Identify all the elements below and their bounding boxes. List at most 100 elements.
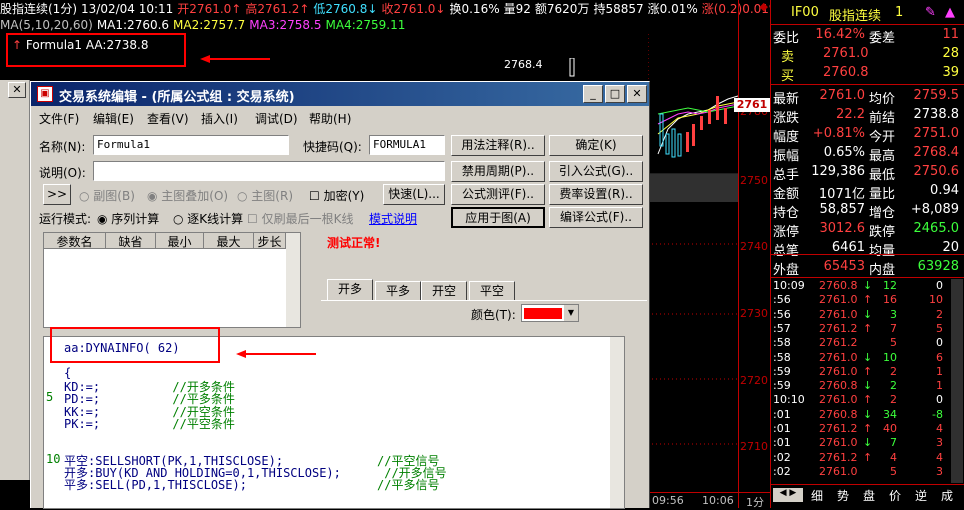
quote-label: 总手 bbox=[773, 168, 800, 183]
wand-icon[interactable]: ✎ bbox=[925, 5, 936, 20]
code-comment: //平空条件 bbox=[172, 416, 235, 431]
close-button[interactable]: ✕ bbox=[627, 85, 647, 103]
line-number: 5 bbox=[46, 390, 54, 405]
tick-row: :01 2760.8 ↓ 34 -8 bbox=[771, 408, 964, 422]
signal-tab[interactable]: 平多 bbox=[375, 281, 421, 301]
panel-tab[interactable]: 价 bbox=[883, 487, 907, 504]
disable-period-button[interactable]: 禁用周期(P).. bbox=[451, 161, 545, 182]
quote-value: 3012.6 bbox=[819, 221, 866, 236]
color-select[interactable]: ▼ bbox=[521, 304, 579, 322]
tick-time: :56 bbox=[773, 307, 791, 321]
panel-tab[interactable]: 逆 bbox=[909, 487, 933, 504]
axis-label: 2730 bbox=[740, 307, 768, 320]
divider bbox=[771, 24, 964, 25]
tick-delta: -8 bbox=[932, 407, 943, 421]
radio-sub-chart[interactable]: ○ 副图(B) bbox=[79, 187, 135, 204]
signal-tab[interactable]: 平空 bbox=[469, 281, 515, 301]
menu-item[interactable]: 文件(F) bbox=[39, 110, 79, 127]
radio-main-chart-label: 主图(R) bbox=[251, 189, 293, 203]
kline-chart[interactable]: 2768.4 bbox=[648, 34, 738, 494]
background-window-edge: ✕ bbox=[0, 80, 30, 480]
minimize-button[interactable]: _ bbox=[583, 85, 603, 103]
refresh-last-label: 仅刷最后一根K线 bbox=[261, 212, 354, 226]
radio-tick-calc[interactable]: ○ 逐K线计算 bbox=[173, 210, 243, 227]
chevron-down-icon[interactable]: ▼ bbox=[564, 305, 578, 321]
tick-row: :01 2761.2 ↑ 40 4 bbox=[771, 422, 964, 436]
menu-item[interactable]: 调试(D) bbox=[255, 110, 298, 127]
signal-tab[interactable]: 开多 bbox=[327, 279, 373, 301]
shortcut-input[interactable]: FORMULA1 bbox=[369, 135, 445, 155]
panel-tab[interactable]: 细 bbox=[805, 487, 829, 504]
panel-tab[interactable]: 成 bbox=[935, 487, 959, 504]
tick-arrow-icon: ↓ bbox=[863, 407, 873, 421]
quote-label: 前结 bbox=[869, 111, 896, 126]
tick-volume: 4 bbox=[890, 450, 897, 464]
test-status: 测试正常! bbox=[327, 236, 381, 250]
panel-header: IF00 股指连续 1 ✎ ▲ bbox=[771, 4, 964, 24]
menu-item[interactable]: 查看(V) bbox=[147, 110, 189, 127]
tick-row: 10:10 2761.0 ↑ 2 0 bbox=[771, 393, 964, 407]
quick-button[interactable]: 快速(L)... bbox=[383, 184, 445, 205]
apply-to-chart-button[interactable]: 应用于图(A) bbox=[451, 207, 545, 228]
ma-field: MA1:2760.6 bbox=[96, 18, 170, 32]
quote-label: 均价 bbox=[869, 92, 896, 107]
maximize-button[interactable]: □ bbox=[605, 85, 625, 103]
tick-volume: 7 bbox=[890, 321, 897, 335]
tick-time: 10:09 bbox=[773, 279, 805, 292]
tick-arrow-icon: ↑ bbox=[863, 364, 873, 378]
usage-note-button[interactable]: 用法注释(R).. bbox=[451, 135, 545, 156]
tick-price: 2760.8 bbox=[819, 407, 858, 421]
signal-tab[interactable]: 开空 bbox=[421, 281, 467, 301]
radio-sub-chart-label: 副图(B) bbox=[93, 189, 135, 203]
quote-label: 最低 bbox=[869, 168, 896, 183]
close-icon[interactable]: ✕ bbox=[8, 82, 26, 98]
panel-tab[interactable]: 盘 bbox=[857, 487, 881, 504]
quote-field: 换0.16% bbox=[449, 2, 500, 16]
param-column-header: 缺省 bbox=[106, 233, 156, 249]
tick-time: :58 bbox=[773, 336, 791, 350]
menu-item[interactable]: 编辑(E) bbox=[93, 110, 134, 127]
quote-row: 最新 2761.0 均价 2759.5 bbox=[771, 87, 964, 107]
quote-label: 均量 bbox=[869, 244, 896, 259]
radio-main-overlay[interactable]: ◉ 主图叠加(O) bbox=[147, 187, 228, 204]
encrypt-checkbox[interactable]: ☐ 加密(Y) bbox=[309, 187, 364, 204]
shortcut-label: 快捷码(Q): bbox=[303, 140, 362, 154]
ok-button[interactable]: 确定(K) bbox=[549, 135, 643, 156]
quote-label: 金额 bbox=[773, 187, 800, 202]
desc-input[interactable] bbox=[93, 161, 445, 181]
fee-settings-button[interactable]: 费率设置(R).. bbox=[549, 184, 643, 205]
panel-tab[interactable]: 势 bbox=[831, 487, 855, 504]
menu-item[interactable]: 插入(I) bbox=[201, 110, 238, 127]
compile-formula-button[interactable]: 编译公式(F).. bbox=[549, 207, 643, 228]
menu-bar: 文件(F) 编辑(E) 查看(V) 插入(I) 调试(D) 帮助(H) bbox=[31, 107, 649, 127]
time-label: 10:06 bbox=[702, 494, 734, 507]
param-table[interactable]: 参数名 缺省 最小 最大 步长 bbox=[43, 232, 301, 328]
ma-field: MA2:2757.7 bbox=[173, 18, 246, 32]
import-formula-button[interactable]: 引入公式(G).. bbox=[549, 161, 643, 182]
quote-field: 额7620万 bbox=[534, 2, 590, 16]
menu-item[interactable]: 帮助(H) bbox=[309, 110, 351, 127]
radio-main-chart[interactable]: ○ 主图(R) bbox=[237, 187, 293, 204]
radio-seq-calc[interactable]: ◉ 序列计算 bbox=[97, 210, 159, 227]
more-button[interactable]: >> bbox=[43, 184, 71, 205]
quote-value: 16.42% bbox=[815, 27, 865, 42]
chart-toggle-icon[interactable]: ▲ bbox=[945, 5, 955, 20]
refresh-last-checkbox[interactable]: ☐ 仅刷最后一根K线 bbox=[247, 210, 353, 227]
tick-scrollbar[interactable] bbox=[951, 279, 963, 483]
editor-scrollbar[interactable] bbox=[610, 337, 624, 508]
param-scrollbar[interactable] bbox=[286, 233, 300, 327]
quote-value: 65453 bbox=[823, 259, 865, 274]
tick-price: 2761.0 bbox=[819, 350, 858, 364]
mode-help-link[interactable]: 模式说明 bbox=[369, 210, 417, 227]
tick-price: 2761.2 bbox=[819, 336, 858, 350]
tab-scroll-arrows-icon[interactable]: ◀ ▶ bbox=[773, 488, 803, 502]
name-input[interactable]: Formula1 bbox=[93, 135, 289, 155]
tick-delta: 0 bbox=[936, 279, 943, 292]
annotation-arrow-icon bbox=[200, 55, 270, 63]
quote-field: 低2760.8↓ bbox=[313, 2, 378, 16]
formula-test-button[interactable]: 公式测评(F).. bbox=[451, 184, 545, 205]
line-number: 10 bbox=[46, 451, 61, 466]
quote-row: 振幅 0.65% 最高 2768.4 bbox=[771, 144, 964, 164]
quote-value: 2760.8 bbox=[823, 65, 869, 80]
quote-value: 0.94 bbox=[930, 183, 959, 198]
